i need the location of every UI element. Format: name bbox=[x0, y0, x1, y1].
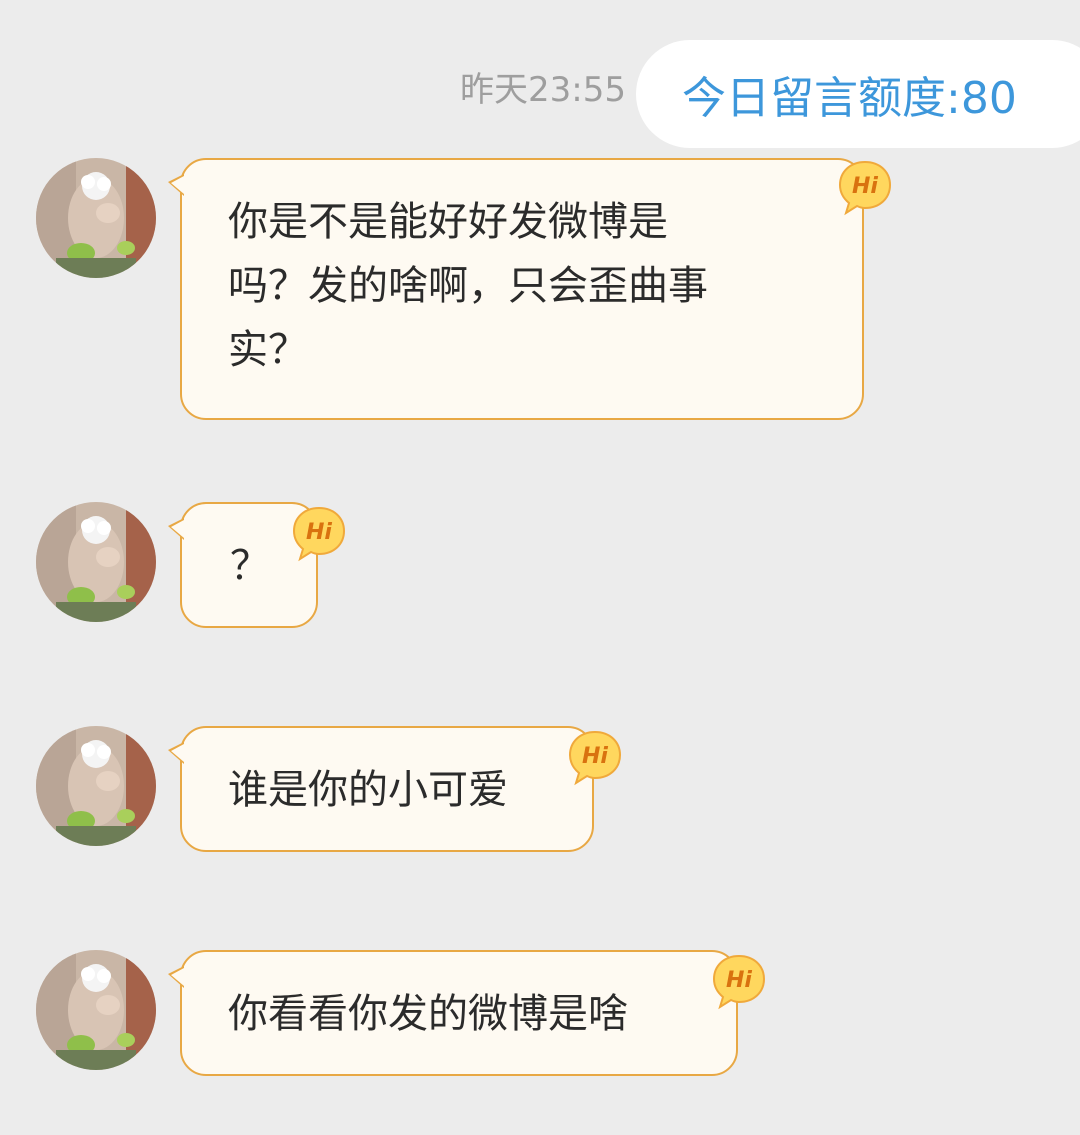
bubble-tail bbox=[168, 518, 184, 540]
daily-quota-pill[interactable]: 今日留言额度:80 bbox=[636, 40, 1080, 148]
avatar[interactable] bbox=[36, 502, 156, 622]
bubble-tail bbox=[168, 966, 184, 988]
avatar[interactable] bbox=[36, 950, 156, 1070]
avatar-photo-icon bbox=[36, 158, 156, 278]
message-text: 你是不是能好好发微博是 吗？发的啥啊，只会歪曲事 实？ bbox=[228, 199, 708, 373]
message-timestamp: 昨天23:55 bbox=[460, 70, 626, 110]
message-bubble[interactable]: ？ Hi bbox=[168, 502, 346, 628]
message-bubble[interactable]: 你看看你发的微博是啥 Hi bbox=[168, 950, 766, 1076]
hi-badge-icon: Hi bbox=[566, 728, 624, 786]
avatar-photo-icon bbox=[36, 726, 156, 846]
avatar[interactable] bbox=[36, 158, 156, 278]
svg-text:Hi: Hi bbox=[852, 174, 878, 199]
message-bubble[interactable]: 你是不是能好好发微博是 吗？发的啥啊，只会歪曲事 实？ Hi bbox=[168, 158, 892, 420]
bubble-tail bbox=[168, 742, 184, 764]
message-text: 你看看你发的微博是啥 bbox=[228, 991, 628, 1037]
avatar[interactable] bbox=[36, 726, 156, 846]
svg-text:Hi: Hi bbox=[726, 968, 752, 993]
message-text: 谁是你的小可爱 bbox=[228, 767, 508, 813]
svg-text:Hi: Hi bbox=[582, 744, 608, 769]
hi-badge-icon: Hi bbox=[290, 504, 348, 562]
hi-badge-icon: Hi bbox=[836, 158, 894, 216]
svg-text:Hi: Hi bbox=[306, 520, 332, 545]
daily-quota-label: 今日留言额度:80 bbox=[682, 73, 1017, 124]
message-bubble[interactable]: 谁是你的小可爱 Hi bbox=[168, 726, 622, 852]
avatar-photo-icon bbox=[36, 502, 156, 622]
avatar-photo-icon bbox=[36, 950, 156, 1070]
hi-badge-icon: Hi bbox=[710, 952, 768, 1010]
bubble-tail bbox=[168, 174, 184, 196]
